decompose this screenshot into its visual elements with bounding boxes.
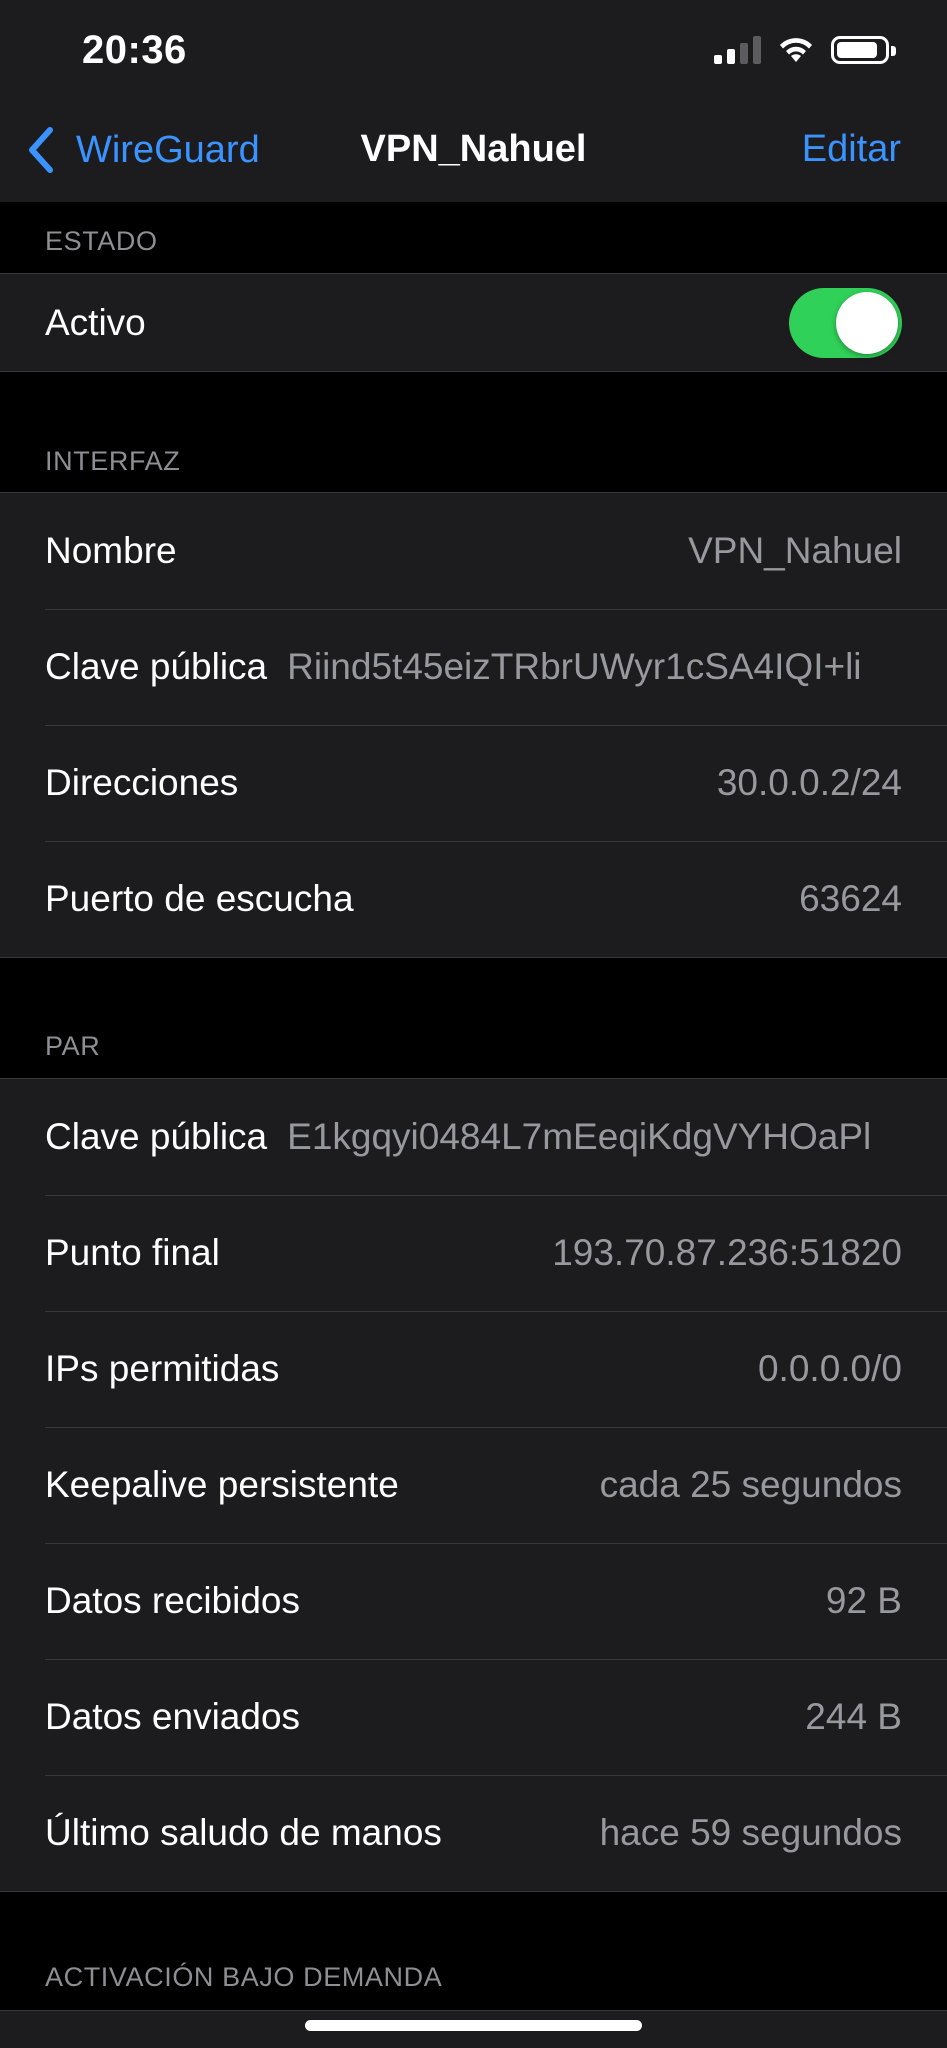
peer-allowed-ips-row: IPs permitidas 0.0.0.0/0 (0, 1311, 947, 1427)
section-header-estado: ESTADO (45, 226, 158, 256)
row-label: Datos enviados (45, 1696, 301, 1737)
peer-sent-row: Datos enviados 244 B (0, 1659, 947, 1775)
row-label: Datos recibidos (45, 1580, 301, 1621)
peer-public-key-row[interactable]: Clave pública E1kgqyi0484L7mEeqiKdgVYHOa… (0, 1079, 947, 1195)
navigation-bar: WireGuard VPN_Nahuel Editar (0, 118, 947, 184)
active-row: Activo (0, 274, 947, 371)
wifi-icon (780, 38, 812, 62)
cellular-signal-icon (714, 36, 761, 64)
par-group: Clave pública E1kgqyi0484L7mEeqiKdgVYHOa… (0, 1078, 947, 1892)
row-label: Puerto de escucha (45, 878, 354, 919)
status-time: 20:36 (82, 28, 187, 72)
peer-received-row: Datos recibidos 92 B (0, 1543, 947, 1659)
row-value: 244 B (805, 1696, 902, 1737)
row-label: IPs permitidas (45, 1348, 280, 1389)
row-value: 63624 (799, 878, 902, 919)
battery-icon (831, 36, 896, 64)
row-value: 92 B (825, 1580, 902, 1621)
row-value: 30.0.0.2/24 (716, 762, 902, 803)
estado-group: Activo (0, 273, 947, 372)
status-icons (714, 36, 896, 64)
row-value: VPN_Nahuel (688, 530, 902, 571)
screen: 20:36 WireGuard VPN_Nahuel Editar ESTADO… (0, 0, 947, 2048)
peer-handshake-row: Último saludo de manos hace 59 segundos (0, 1775, 947, 1891)
section-header-activacion: ACTIVACIÓN BAJO DEMANDA (45, 1962, 443, 1992)
interface-addresses-row: Direcciones 30.0.0.2/24 (0, 725, 947, 841)
row-label: Nombre (45, 530, 177, 571)
top-bar: 20:36 WireGuard VPN_Nahuel Editar (0, 0, 947, 202)
row-label: Punto final (45, 1232, 220, 1273)
interface-name-row: Nombre VPN_Nahuel (0, 493, 947, 609)
edit-button[interactable]: Editar (802, 128, 901, 171)
active-toggle[interactable] (789, 287, 902, 358)
active-label: Activo (45, 301, 146, 343)
interfaz-group: Nombre VPN_Nahuel Clave pública Riind5t4… (0, 492, 947, 958)
row-label: Clave pública (45, 1116, 268, 1157)
section-header-interfaz: INTERFAZ (45, 446, 181, 476)
peer-endpoint-row: Punto final 193.70.87.236:51820 (0, 1195, 947, 1311)
row-value: E1kgqyi0484L7mEeqiKdgVYHOaPl (287, 1116, 872, 1157)
row-value: 193.70.87.236:51820 (552, 1232, 902, 1273)
section-header-par: PAR (45, 1031, 101, 1061)
row-value: hace 59 segundos (599, 1812, 902, 1853)
row-label: Direcciones (45, 762, 239, 803)
row-value: 0.0.0.0/0 (757, 1348, 902, 1389)
row-label: Último saludo de manos (45, 1812, 442, 1853)
row-label: Clave pública (45, 646, 268, 687)
toggle-knob (836, 291, 898, 354)
interface-listen-port-row: Puerto de escucha 63624 (0, 841, 947, 957)
row-value: cada 25 segundos (599, 1464, 902, 1505)
row-label: Keepalive persistente (45, 1464, 399, 1505)
home-indicator[interactable] (305, 2020, 642, 2031)
row-value: Riind5t45eizTRbrUWyr1cSA4IQI+li (287, 646, 862, 687)
peer-keepalive-row: Keepalive persistente cada 25 segundos (0, 1427, 947, 1543)
interface-public-key-row[interactable]: Clave pública Riind5t45eizTRbrUWyr1cSA4I… (0, 609, 947, 725)
